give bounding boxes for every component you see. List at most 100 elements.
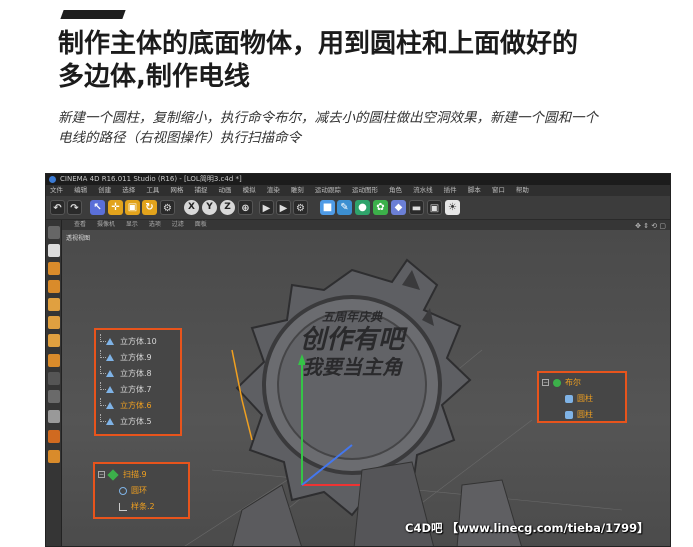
menu-bar: 文件 编辑 创建 选择 工具 网格 捕捉 动画 模拟 渲染 雕刻 运动跟踪 运动… — [46, 185, 670, 196]
cylinder-icon — [565, 411, 573, 419]
viewport-menu-cameras[interactable]: 摄像机 — [97, 221, 115, 228]
collapse-icon[interactable]: − — [98, 471, 105, 478]
cube-object-icon — [106, 418, 114, 425]
array-icon[interactable]: ✿ — [373, 200, 388, 215]
coordinate-system-icon[interactable]: ⊕ — [238, 200, 253, 215]
object-row-spline[interactable]: 样条.2 — [95, 499, 188, 515]
menu-item-simulate[interactable]: 模拟 — [243, 186, 256, 194]
menu-item-render[interactable]: 渲染 — [267, 186, 280, 194]
undo-icon[interactable]: ↶ — [50, 200, 65, 215]
boole-panel: − 布尔 圆柱 圆柱 — [537, 371, 627, 423]
object-row-cylinder-1[interactable]: 圆柱 — [539, 391, 625, 407]
object-row-boole[interactable]: − 布尔 — [539, 375, 625, 391]
planar-workplane-icon[interactable] — [48, 450, 60, 463]
spline-icon — [119, 503, 127, 511]
render-view-icon[interactable]: ▶ — [259, 200, 274, 215]
menu-item-pipeline[interactable]: 流水线 — [413, 186, 433, 194]
tweak-mode-icon[interactable] — [48, 372, 60, 385]
menu-item-sculpt[interactable]: 雕刻 — [291, 186, 304, 194]
subtitle-line-2: 电线的路径（右视图操作）执行扫描命令 — [58, 130, 301, 146]
points-mode-icon[interactable] — [48, 298, 60, 311]
page-headline: 制作主体的底面物体，用到圆柱和上面做好的 多边体,制作电线 — [58, 28, 678, 94]
menu-item-snap[interactable]: 捕捉 — [194, 186, 207, 194]
object-row-cube-6[interactable]: 立方体.6 — [96, 398, 180, 414]
render-settings-icon[interactable]: ⚙ — [293, 200, 308, 215]
edges-mode-icon[interactable] — [48, 316, 60, 329]
object-row-cube-5[interactable]: 立方体.5 — [96, 414, 180, 430]
menu-item-create[interactable]: 创建 — [98, 186, 111, 194]
solo-icon[interactable] — [48, 410, 60, 423]
badge-line-2: 创作有吧 — [299, 325, 404, 355]
redo-icon[interactable]: ↷ — [67, 200, 82, 215]
sweep-panel: − 扫描.9 圆环 样条.2 — [93, 462, 190, 519]
menu-item-motion-tracking[interactable]: 运动跟踪 — [315, 186, 341, 194]
scale-icon[interactable]: ▣ — [125, 200, 140, 215]
object-row-cube-9[interactable]: 立方体.9 — [96, 350, 180, 366]
cube-object-icon — [106, 402, 114, 409]
menu-item-plugins[interactable]: 插件 — [444, 186, 457, 194]
viewport-menu-view[interactable]: 查看 — [74, 221, 86, 228]
cube-object-icon — [106, 354, 114, 361]
badge-line-3: 我要当主角 — [302, 355, 402, 379]
select-arrow-icon[interactable]: ↖ — [90, 200, 105, 215]
badge-text: 五周年庆典 创作有吧 我要当主角 — [272, 308, 432, 379]
cube-icon[interactable]: ■ — [320, 200, 335, 215]
object-row-cube-10[interactable]: 立方体.10 — [96, 334, 180, 350]
texture-mode-icon[interactable] — [48, 262, 60, 275]
viewport-menu: 查看 摄像机 显示 选项 过滤 面板 — [62, 220, 670, 230]
cube-object-icon — [106, 386, 114, 393]
page-subtitle: 新建一个圆柱，复制缩小，执行命令布尔，减去小的圆柱做出空洞效果，新建一个圆和一个… — [58, 108, 678, 148]
snap-icon[interactable] — [48, 390, 60, 403]
x-axis-button[interactable]: X — [184, 200, 199, 215]
viewport-menu-display[interactable]: 显示 — [126, 221, 138, 228]
menu-item-window[interactable]: 窗口 — [492, 186, 505, 194]
make-editable-icon[interactable] — [48, 226, 60, 239]
headline-line-2: 多边体,制作电线 — [58, 62, 250, 92]
menu-item-file[interactable]: 文件 — [50, 186, 63, 194]
object-row-circle[interactable]: 圆环 — [95, 483, 188, 499]
light-icon[interactable]: ☀ — [445, 200, 460, 215]
object-row-sweep[interactable]: − 扫描.9 — [95, 467, 188, 483]
menu-item-mograph[interactable]: 运动图形 — [352, 186, 378, 194]
model-mode-icon[interactable] — [48, 244, 60, 257]
menu-item-edit[interactable]: 编辑 — [74, 186, 87, 194]
cube-object-icon — [106, 370, 114, 377]
workplane-icon[interactable] — [48, 280, 60, 293]
lock-workplane-icon[interactable] — [48, 430, 60, 443]
z-axis-button[interactable]: Z — [220, 200, 235, 215]
window-title: CINEMA 4D R16.011 Studio (R16) - [LOL简明3… — [60, 175, 242, 183]
watermark-text: C4D吧 【www.linecg.com/tieba/1799】 — [405, 521, 649, 535]
menu-item-select[interactable]: 选择 — [122, 186, 135, 194]
main-toolbar: ↶ ↷ ↖ ✛ ▣ ↻ ⚙ X Y Z ⊕ ▶ ▶ ⚙ ■ ✎ ● ✿ ◆ ▬ … — [46, 196, 670, 220]
object-row-cylinder-2[interactable]: 圆柱 — [539, 407, 625, 423]
viewport-nav-icons[interactable]: ✥ ⇕ ⟲ ▢ — [635, 222, 666, 230]
render-picture-viewer-icon[interactable]: ▶ — [276, 200, 291, 215]
deformer-icon[interactable]: ◆ — [391, 200, 406, 215]
headline-line-1: 制作主体的底面物体，用到圆柱和上面做好的 — [58, 29, 579, 59]
collapse-icon[interactable]: − — [542, 379, 549, 386]
cylinder-icon — [565, 395, 573, 403]
viewport-label: 透视视图 — [66, 235, 91, 242]
menu-item-help[interactable]: 帮助 — [516, 186, 529, 194]
y-axis-button[interactable]: Y — [202, 200, 217, 215]
viewport-menu-panel[interactable]: 面板 — [195, 221, 207, 228]
object-row-cube-8[interactable]: 立方体.8 — [96, 366, 180, 382]
camera-icon[interactable]: ▣ — [427, 200, 442, 215]
subtitle-line-1: 新建一个圆柱，复制缩小，执行命令布尔，减去小的圆柱做出空洞效果，新建一个圆和一个 — [58, 110, 598, 126]
recent-tools-icon[interactable]: ⚙ — [160, 200, 175, 215]
rotate-icon[interactable]: ↻ — [142, 200, 157, 215]
pen-spline-icon[interactable]: ✎ — [337, 200, 352, 215]
subdivision-surface-icon[interactable]: ● — [355, 200, 370, 215]
move-icon[interactable]: ✛ — [108, 200, 123, 215]
object-row-cube-7[interactable]: 立方体.7 — [96, 382, 180, 398]
menu-item-animate[interactable]: 动画 — [219, 186, 232, 194]
menu-item-script[interactable]: 脚本 — [468, 186, 481, 194]
viewport-menu-filter[interactable]: 过滤 — [172, 221, 184, 228]
polygons-mode-icon[interactable] — [48, 334, 60, 347]
menu-item-character[interactable]: 角色 — [389, 186, 402, 194]
axis-mode-icon[interactable] — [48, 354, 60, 367]
floor-icon[interactable]: ▬ — [409, 200, 424, 215]
menu-item-tools[interactable]: 工具 — [146, 186, 159, 194]
viewport-menu-options[interactable]: 选项 — [149, 221, 161, 228]
menu-item-mesh[interactable]: 网格 — [170, 186, 183, 194]
